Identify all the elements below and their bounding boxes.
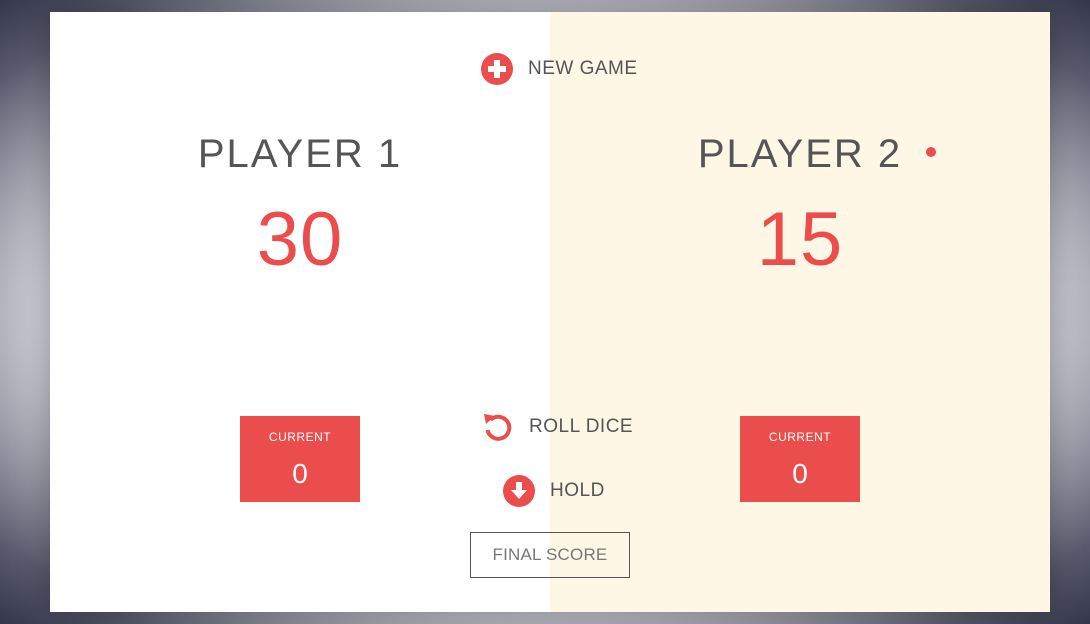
hold-button[interactable]: HOLD: [503, 475, 605, 507]
player-2-current-label: CURRENT: [768, 430, 832, 444]
player-2-current-box: CURRENT 0: [740, 416, 860, 502]
final-score-input[interactable]: [470, 532, 630, 578]
player-1-score: 30: [256, 197, 344, 282]
rotate-ccw-icon: [482, 411, 514, 443]
player-1-panel: PLAYER 1 30 CURRENT 0: [50, 12, 550, 612]
player-2-panel: PLAYER 2 15 CURRENT 0: [550, 12, 1050, 612]
new-game-button[interactable]: NEW GAME: [481, 53, 638, 85]
player-2-name: PLAYER 2: [697, 132, 903, 176]
player-1-current-label: CURRENT: [268, 430, 332, 444]
player-2-score: 15: [756, 197, 844, 282]
roll-dice-button[interactable]: ROLL DICE: [482, 411, 633, 443]
plus-circle-icon: [481, 53, 513, 85]
new-game-label: NEW GAME: [528, 58, 638, 79]
player-2-current-score: 0: [792, 458, 808, 489]
player-1-current-box: CURRENT 0: [240, 416, 360, 502]
roll-dice-label: ROLL DICE: [529, 416, 634, 437]
active-player-dot-icon: [926, 147, 936, 157]
game-board: PLAYER 1 30 CURRENT 0 PLAYER 2 15 CURREN…: [50, 12, 1050, 612]
arrow-down-circle-icon: [503, 475, 535, 507]
hold-label: HOLD: [550, 480, 605, 501]
player-1-name: PLAYER 1: [197, 132, 403, 176]
player-1-current-score: 0: [292, 458, 308, 489]
